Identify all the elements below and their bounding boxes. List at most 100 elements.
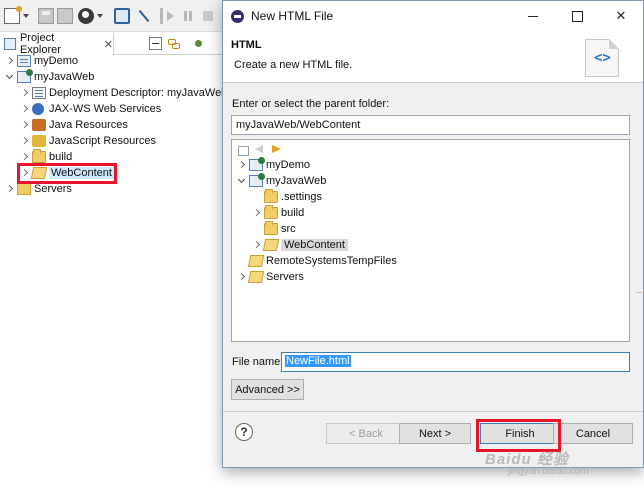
close-icon[interactable]: ✕ bbox=[104, 38, 113, 51]
folder-tree-item-settings[interactable]: .settings bbox=[251, 189, 322, 205]
tree-item-jaxws[interactable]: JAX-WS Web Services bbox=[19, 101, 161, 117]
view-menu-icon[interactable] bbox=[192, 37, 205, 50]
debug-icon[interactable] bbox=[78, 8, 94, 24]
folder-tree-item-servers[interactable]: Servers bbox=[236, 269, 304, 285]
tree-item-java-resources[interactable]: Java Resources bbox=[19, 117, 128, 133]
chevron-down-icon[interactable] bbox=[96, 8, 104, 24]
folder-tree-item-build[interactable]: build bbox=[251, 205, 304, 221]
chevron-right-icon[interactable] bbox=[251, 207, 263, 219]
javascript-resources-icon bbox=[32, 135, 46, 147]
tree-item-label: Deployment Descriptor: myJavaWeb bbox=[49, 87, 228, 99]
chevron-right-icon[interactable] bbox=[236, 159, 248, 171]
tree-item-label: .settings bbox=[281, 191, 322, 203]
chevron-down-icon[interactable] bbox=[4, 71, 16, 83]
chevron-down-icon[interactable] bbox=[22, 8, 30, 24]
folder-icon bbox=[264, 205, 278, 219]
background-divider bbox=[636, 292, 644, 312]
chevron-right-icon[interactable] bbox=[4, 183, 16, 195]
folder-tree-item-webcontent[interactable]: WebContent bbox=[251, 237, 348, 253]
tree-item-label: myJavaWeb bbox=[34, 71, 95, 83]
eclipse-icon bbox=[231, 9, 244, 23]
chevron-right-icon[interactable] bbox=[4, 55, 16, 67]
web-project-icon bbox=[17, 69, 33, 83]
help-icon[interactable]: ? bbox=[235, 423, 253, 441]
back-button[interactable]: < Back bbox=[326, 423, 406, 444]
advanced-button[interactable]: Advanced >> bbox=[231, 379, 304, 400]
tree-item-label: WebContent bbox=[281, 239, 348, 251]
chevron-right-icon[interactable] bbox=[19, 87, 31, 99]
watermark-url: jingyan.baidu.com bbox=[508, 466, 589, 477]
tree-item-label: JavaScript Resources bbox=[49, 135, 156, 147]
folder-open-icon bbox=[30, 167, 48, 179]
save-all-icon[interactable] bbox=[57, 8, 73, 24]
deployment-descriptor-icon bbox=[32, 87, 46, 99]
tree-item-label: JAX-WS Web Services bbox=[49, 103, 162, 115]
tab-project-explorer[interactable]: Project Explorer ✕ bbox=[0, 32, 114, 56]
parent-folder-input[interactable]: myJavaWeb/WebContent bbox=[231, 115, 630, 135]
folder-open-icon bbox=[262, 239, 280, 251]
wizard-banner: HTML Create a new HTML file. <> bbox=[223, 31, 643, 83]
minimize-button[interactable] bbox=[511, 1, 555, 31]
dialog-title: New HTML File bbox=[251, 9, 334, 23]
monitor-icon[interactable] bbox=[114, 8, 130, 24]
collapse-all-icon[interactable] bbox=[149, 37, 162, 50]
tree-navigation bbox=[236, 142, 287, 156]
parent-folder-label: Enter or select the parent folder: bbox=[232, 98, 390, 110]
tree-item-label: Servers bbox=[266, 271, 304, 283]
cancel-button[interactable]: Cancel bbox=[553, 423, 633, 444]
tree-item-label: RemoteSystemsTempFiles bbox=[266, 255, 397, 267]
link-with-editor-icon[interactable] bbox=[167, 37, 180, 50]
tree-item-label: myDemo bbox=[266, 159, 311, 171]
folder-tree-item-remotesystems[interactable]: RemoteSystemsTempFiles bbox=[236, 253, 397, 269]
folder-icon bbox=[264, 189, 278, 203]
folder-tree[interactable]: myDemo myJavaWeb .settings build src Web… bbox=[231, 139, 630, 342]
project-explorer: Project Explorer ✕ myDemo myJavaWeb Depl… bbox=[0, 32, 227, 491]
next-button[interactable]: Next > bbox=[399, 423, 471, 444]
maximize-button[interactable] bbox=[555, 1, 599, 31]
tree-item-webcontent[interactable]: WebContent bbox=[19, 165, 114, 181]
dialog-titlebar[interactable]: New HTML File ✕ bbox=[223, 1, 643, 31]
folder-tree-item-src[interactable]: src bbox=[251, 221, 296, 237]
chevron-down-icon[interactable] bbox=[236, 175, 248, 187]
tree-item-label: myDemo bbox=[34, 55, 79, 67]
tree-item-myjavaweb[interactable]: myJavaWeb bbox=[4, 69, 94, 85]
chevron-right-icon[interactable] bbox=[19, 119, 31, 131]
file-name-value: NewFile.html bbox=[285, 355, 351, 367]
tree-item-label: build bbox=[281, 207, 305, 219]
chevron-right-icon[interactable] bbox=[251, 239, 263, 251]
terminate-icon[interactable] bbox=[200, 8, 216, 24]
file-name-input[interactable]: NewFile.html bbox=[281, 352, 630, 372]
jaxws-icon bbox=[32, 103, 44, 115]
folder-icon bbox=[247, 271, 265, 283]
tree-item-label: WebContent bbox=[49, 167, 114, 179]
tree-item-mydemo[interactable]: myDemo bbox=[4, 53, 78, 69]
banner-description: Create a new HTML file. bbox=[234, 59, 353, 71]
home-icon[interactable] bbox=[236, 143, 250, 156]
chevron-right-icon[interactable] bbox=[19, 167, 31, 179]
chevron-right-icon[interactable] bbox=[19, 135, 31, 147]
tree-item-javascript-resources[interactable]: JavaScript Resources bbox=[19, 133, 156, 149]
folder-icon bbox=[247, 255, 265, 267]
html-file-icon: <> bbox=[585, 39, 619, 77]
resume-icon[interactable] bbox=[160, 8, 176, 24]
tree-item-servers[interactable]: Servers bbox=[4, 181, 72, 197]
folder-tree-item-myjavaweb[interactable]: myJavaWeb bbox=[236, 173, 326, 189]
skip-breakpoints-icon[interactable] bbox=[136, 8, 152, 24]
save-icon[interactable] bbox=[38, 8, 54, 24]
java-resources-icon bbox=[32, 119, 46, 131]
explorer-tab-bar: Project Explorer ✕ bbox=[0, 32, 222, 56]
chevron-right-icon[interactable] bbox=[236, 271, 248, 283]
chevron-right-icon[interactable] bbox=[19, 103, 31, 115]
forward-arrow-icon[interactable] bbox=[270, 143, 284, 155]
suspend-icon[interactable] bbox=[180, 8, 196, 24]
close-button[interactable]: ✕ bbox=[599, 1, 643, 31]
project-explorer-icon bbox=[4, 38, 16, 50]
folder-tree-item-mydemo[interactable]: myDemo bbox=[236, 157, 310, 173]
tree-item-build[interactable]: build bbox=[19, 149, 72, 165]
finish-button[interactable]: Finish bbox=[480, 423, 560, 444]
folder-icon bbox=[32, 149, 46, 163]
tree-item-deployment-descriptor[interactable]: Deployment Descriptor: myJavaWeb bbox=[19, 85, 227, 101]
back-arrow-icon[interactable] bbox=[253, 143, 267, 155]
new-wizard-icon[interactable] bbox=[4, 6, 22, 24]
chevron-right-icon[interactable] bbox=[19, 151, 31, 163]
